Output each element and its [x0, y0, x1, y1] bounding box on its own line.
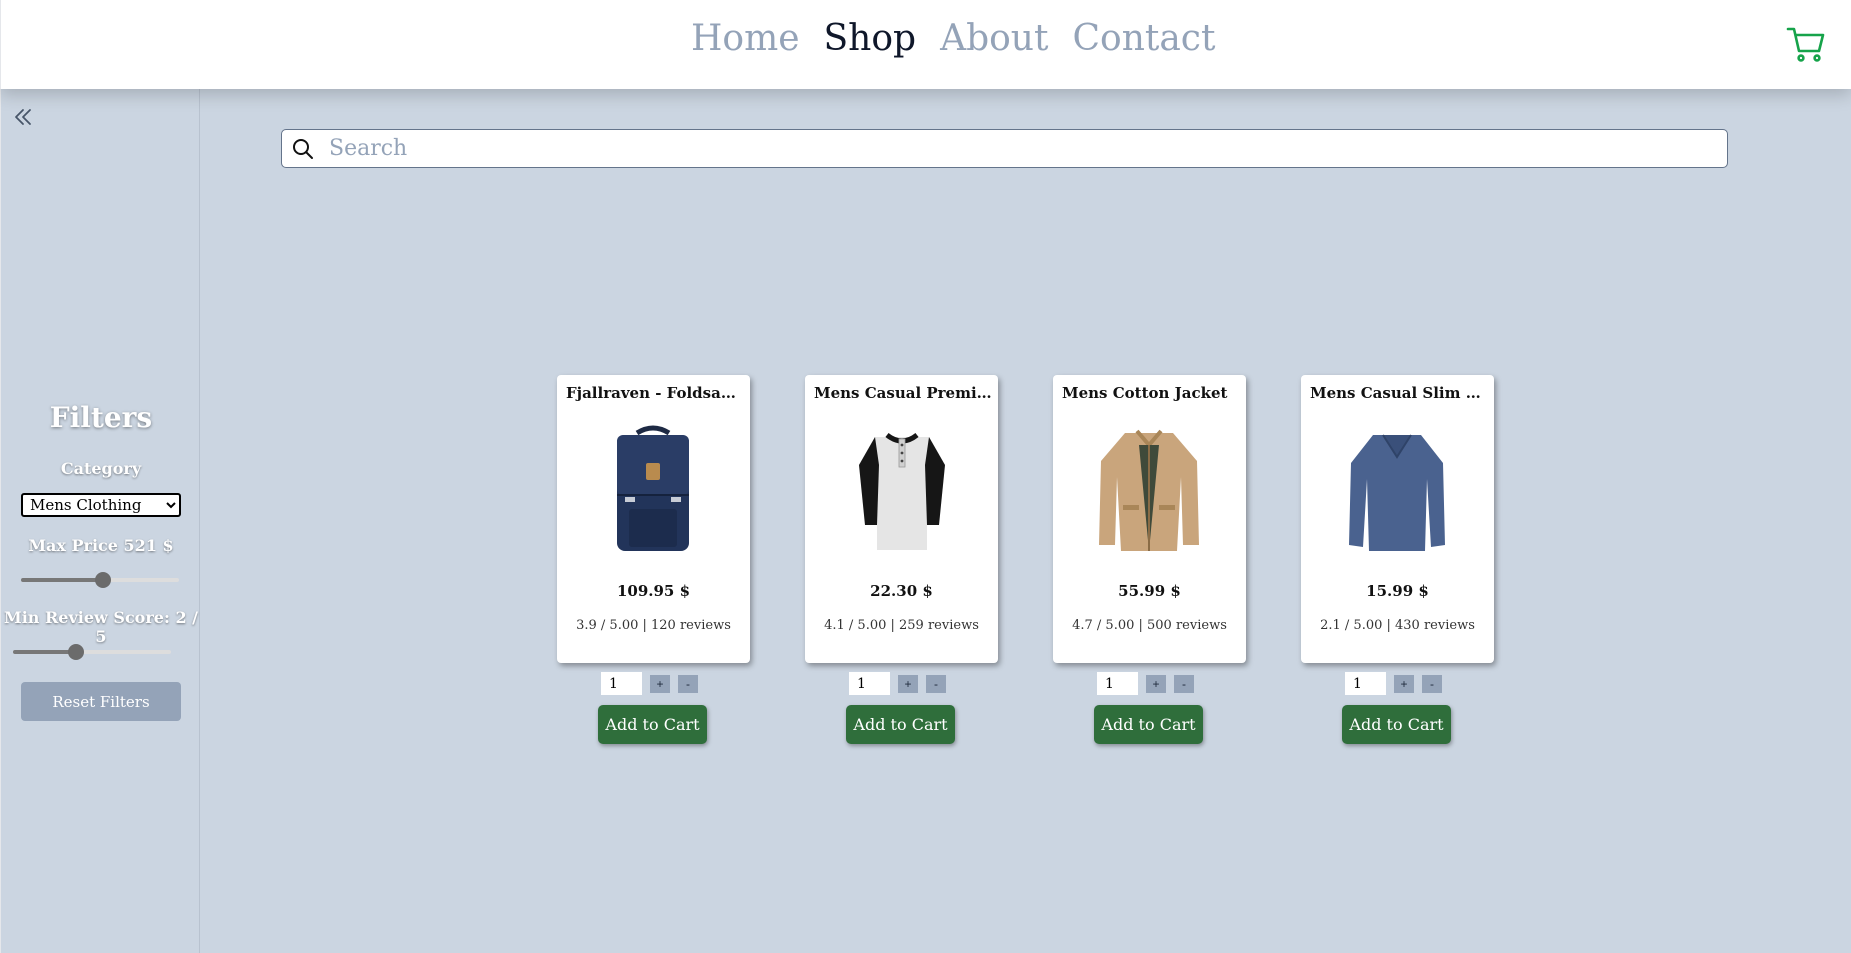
nav-about[interactable]: About: [940, 14, 1048, 64]
product-card[interactable]: Mens Casual Slim Fit 15.99 $ 2.1 / 5.00 …: [1301, 375, 1494, 663]
product-item: Mens Casual Slim Fit 15.99 $ 2.1 / 5.00 …: [1301, 375, 1494, 744]
product-price: 15.99 $: [1366, 582, 1429, 600]
reset-filters-button[interactable]: Reset Filters: [21, 682, 181, 721]
filter-sidebar: Filters Category Mens Clothing Max Price…: [0, 89, 200, 953]
quantity-input[interactable]: [1097, 672, 1138, 695]
product-reviews: 2.1 / 5.00 | 430 reviews: [1320, 618, 1475, 633]
slider-fill: [21, 578, 104, 582]
decrement-button[interactable]: -: [1422, 674, 1442, 693]
quantity-stepper: + -: [1345, 672, 1442, 695]
product-price: 109.95 $: [616, 582, 691, 600]
product-image-backpack: [597, 425, 709, 555]
increment-button[interactable]: +: [650, 674, 670, 693]
product-reviews: 3.9 / 5.00 | 120 reviews: [576, 618, 731, 633]
increment-button[interactable]: +: [1146, 674, 1166, 693]
product-title: Mens Casual Premiu...: [814, 384, 992, 402]
max-price-slider[interactable]: [21, 572, 179, 588]
min-review-label: Min Review Score: 2 / 5: [4, 608, 198, 646]
category-label: Category: [60, 459, 142, 478]
product-image-henley-shirt: [845, 425, 957, 555]
product-title: Fjallraven - Foldsack ...: [566, 384, 744, 402]
decrement-button[interactable]: -: [1174, 674, 1194, 693]
increment-button[interactable]: +: [898, 674, 918, 693]
add-to-cart-button[interactable]: Add to Cart: [1342, 705, 1451, 744]
product-item: Mens Cotton Jacket 55.99 $ 4.7 / 5.00 | …: [1053, 375, 1246, 744]
cart-icon[interactable]: [1786, 24, 1826, 64]
quantity-input[interactable]: [601, 672, 642, 695]
product-reviews: 4.7 / 5.00 | 500 reviews: [1072, 618, 1227, 633]
product-title: Mens Cotton Jacket: [1062, 384, 1228, 402]
decrement-button[interactable]: -: [678, 674, 698, 693]
product-card[interactable]: Mens Casual Premiu... 22.30 $ 4.1 / 5.00…: [805, 375, 998, 663]
decrement-button[interactable]: -: [926, 674, 946, 693]
quantity-input[interactable]: [1345, 672, 1386, 695]
add-to-cart-button[interactable]: Add to Cart: [598, 705, 707, 744]
product-title: Mens Casual Slim Fit: [1310, 384, 1488, 402]
search-bar[interactable]: [281, 129, 1728, 168]
quantity-stepper: + -: [1097, 672, 1194, 695]
search-input[interactable]: [329, 136, 1727, 161]
product-price: 22.30 $: [870, 582, 933, 600]
search-icon: [291, 137, 315, 161]
min-review-slider[interactable]: [13, 644, 171, 660]
main-nav: Home Shop About Contact: [691, 14, 1215, 64]
double-chevron-left-icon[interactable]: [13, 107, 33, 127]
slider-thumb[interactable]: [95, 572, 112, 588]
nav-home[interactable]: Home: [691, 14, 800, 64]
quantity-input[interactable]: [849, 672, 890, 695]
product-price: 55.99 $: [1118, 582, 1181, 600]
product-image-cotton-jacket: [1093, 425, 1205, 555]
top-navbar: Home Shop About Contact: [0, 0, 1851, 89]
slider-thumb[interactable]: [68, 644, 85, 660]
quantity-stepper: + -: [601, 672, 698, 695]
product-item: Mens Casual Premiu... 22.30 $ 4.1 / 5.00…: [805, 375, 998, 744]
product-card[interactable]: Fjallraven - Foldsack ... 109.95 $ 3.9 /…: [557, 375, 750, 663]
product-reviews: 4.1 / 5.00 | 259 reviews: [824, 618, 979, 633]
quantity-stepper: + -: [849, 672, 946, 695]
filters-title: Filters: [49, 401, 153, 434]
nav-shop[interactable]: Shop: [824, 14, 917, 64]
max-price-label: Max Price 521 $: [28, 536, 174, 555]
add-to-cart-button[interactable]: Add to Cart: [846, 705, 955, 744]
nav-contact[interactable]: Contact: [1072, 14, 1215, 64]
category-select[interactable]: Mens Clothing: [21, 493, 181, 517]
increment-button[interactable]: +: [1394, 674, 1414, 693]
product-item: Fjallraven - Foldsack ... 109.95 $ 3.9 /…: [557, 375, 750, 744]
add-to-cart-button[interactable]: Add to Cart: [1094, 705, 1203, 744]
product-image-slim-fit-shirt: [1341, 425, 1453, 555]
slider-fill: [13, 650, 77, 654]
product-card[interactable]: Mens Cotton Jacket 55.99 $ 4.7 / 5.00 | …: [1053, 375, 1246, 663]
